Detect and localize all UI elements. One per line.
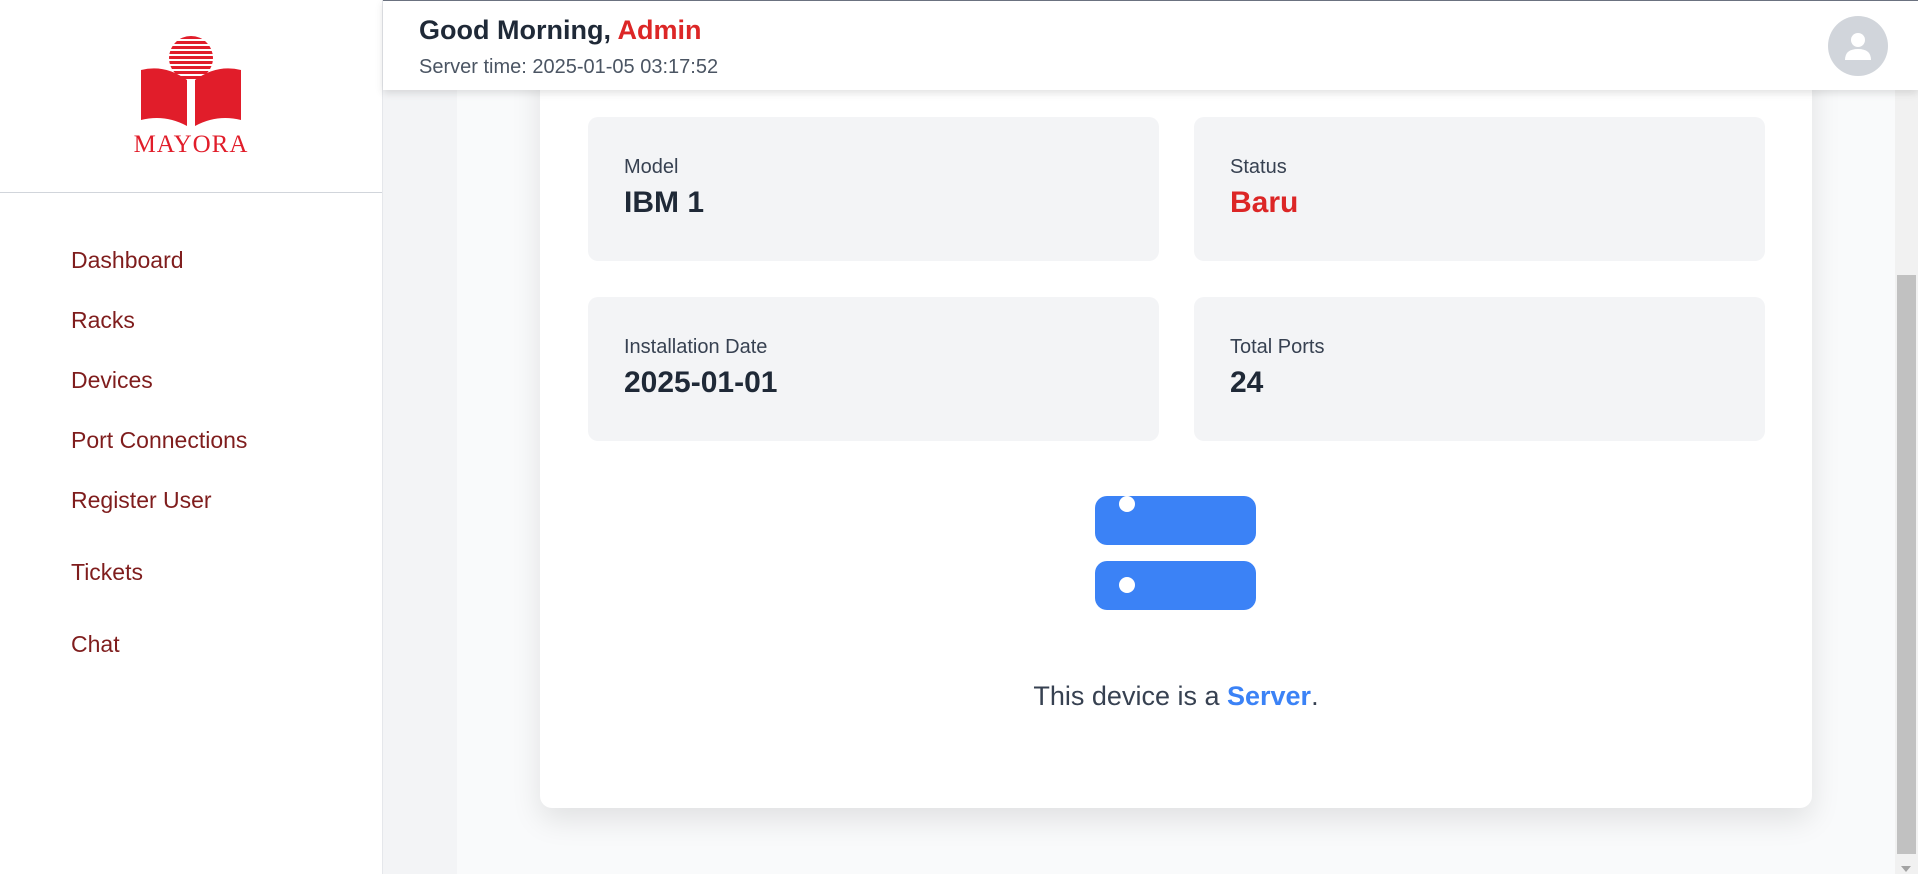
top-header: Good Morning, Admin Server time: 2025-01… <box>383 0 1918 90</box>
device-description-suffix: . <box>1311 681 1319 711</box>
vertical-scrollbar[interactable] <box>1895 90 1918 874</box>
device-detail-card: Model IBM 1 Status Baru Installation Dat… <box>540 50 1812 808</box>
user-avatar-button[interactable] <box>1828 16 1888 76</box>
sidebar-item-devices[interactable]: Devices <box>71 367 153 394</box>
user-name: Admin <box>617 15 702 45</box>
brand-logo[interactable]: MAYORA <box>134 34 249 159</box>
total-ports-label: Total Ports <box>1230 336 1325 358</box>
installation-date-label: Installation Date <box>624 336 768 358</box>
device-type: Server <box>1226 681 1312 711</box>
total-ports-box: Total Ports 24 <box>1194 297 1765 441</box>
brand-name: MAYORA <box>133 130 249 158</box>
sidebar-item-tickets[interactable]: Tickets <box>71 559 143 586</box>
installation-date-value: 2025-01-01 <box>624 366 778 399</box>
model-label: Model <box>624 156 679 178</box>
scrollbar-thumb[interactable] <box>1897 275 1916 854</box>
installation-date-box: Installation Date 2025-01-01 <box>588 297 1159 441</box>
device-type-description: This device is a Server. <box>540 681 1812 712</box>
sidebar: MAYORA Dashboard Racks Devices Port Conn… <box>0 0 383 874</box>
status-box: Status Baru <box>1194 117 1765 261</box>
sidebar-item-dashboard[interactable]: Dashboard <box>71 247 184 274</box>
model-value: IBM 1 <box>624 186 705 219</box>
model-box: Model IBM 1 <box>588 117 1159 261</box>
server-time: Server time: 2025-01-05 03:17:52 <box>419 56 719 78</box>
greeting: Good Morning, Admin <box>419 15 701 46</box>
sidebar-item-racks[interactable]: Racks <box>71 307 135 334</box>
sidebar-item-chat[interactable]: Chat <box>71 631 120 658</box>
greeting-prefix: Good Morning, <box>419 15 618 45</box>
total-ports-value: 24 <box>1230 366 1264 399</box>
user-avatar-icon <box>1845 33 1871 60</box>
device-description-prefix: This device is a <box>1033 681 1227 711</box>
scroll-down-icon[interactable] <box>1901 866 1911 872</box>
mayora-logo-icon <box>140 35 241 126</box>
status-label: Status <box>1230 156 1287 178</box>
logo-area: MAYORA <box>0 0 382 193</box>
sidebar-item-register-user[interactable]: Register User <box>71 487 212 514</box>
status-value: Baru <box>1230 186 1299 219</box>
server-icon <box>1095 496 1256 610</box>
sidebar-item-port-connections[interactable]: Port Connections <box>71 427 247 454</box>
